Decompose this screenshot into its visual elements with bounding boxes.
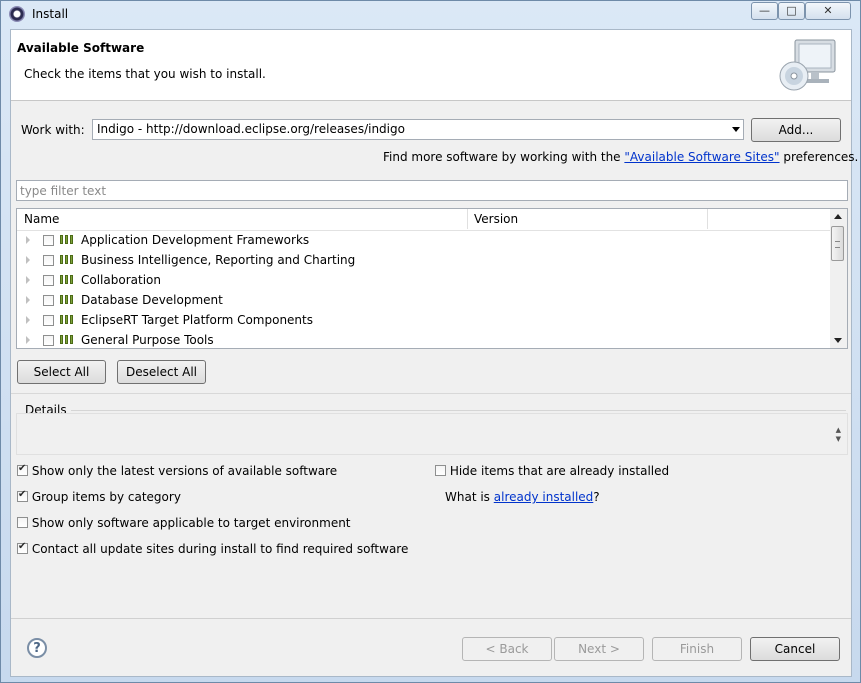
item-checkbox[interactable]	[43, 315, 54, 326]
what-is-suffix: ?	[593, 490, 600, 504]
tree-row[interactable]: Database Development	[17, 290, 831, 310]
minimize-button[interactable]: —	[751, 2, 778, 20]
deselect-all-button[interactable]: Deselect All	[117, 360, 206, 384]
expand-arrow-icon[interactable]	[26, 296, 30, 304]
group-by-category-checkbox[interactable]	[17, 489, 28, 502]
install-dialog: Install — □ ✕ Available Software Check t…	[0, 0, 861, 683]
work-with-label: Work with:	[21, 123, 85, 137]
category-icon	[60, 255, 75, 265]
tree-scrollbar[interactable]	[830, 209, 847, 348]
tree-row[interactable]: EclipseRT Target Platform Components	[17, 310, 831, 330]
sites-hint-prefix: Find more software by working with the	[383, 150, 625, 164]
column-divider[interactable]	[707, 209, 708, 229]
column-divider[interactable]	[467, 209, 468, 229]
finish-button[interactable]: Finish	[652, 637, 742, 661]
category-icon	[60, 295, 75, 305]
install-software-icon	[779, 39, 836, 91]
latest-versions-checkbox[interactable]	[17, 463, 28, 476]
details-area[interactable]: ▲ ▼	[16, 413, 848, 455]
item-label: General Purpose Tools	[81, 333, 214, 347]
expand-arrow-icon[interactable]	[26, 276, 30, 284]
available-software-sites-link[interactable]: "Available Software Sites"	[624, 150, 779, 164]
tree-row[interactable]: General Purpose Tools	[17, 330, 831, 348]
title-bar[interactable]: Install — □ ✕	[1, 1, 860, 28]
item-checkbox[interactable]	[43, 275, 54, 286]
option-hide-installed[interactable]: Hide items that are already installed	[435, 464, 669, 478]
add-site-button[interactable]: Add...	[751, 118, 841, 142]
what-is-prefix: What is	[445, 490, 494, 504]
option-contact-sites[interactable]: Contact all update sites during install …	[17, 541, 409, 556]
eclipse-icon	[9, 6, 25, 22]
scroll-thumb[interactable]	[831, 226, 844, 261]
target-environment-label: Show only software applicable to target …	[31, 516, 351, 530]
item-label: Application Development Frameworks	[81, 233, 310, 247]
tree-row[interactable]: Collaboration	[17, 270, 831, 290]
filter-field[interactable]	[16, 180, 848, 201]
spin-down-icon[interactable]: ▼	[836, 435, 841, 443]
item-checkbox[interactable]	[43, 255, 54, 266]
work-with-combo[interactable]: Indigo - http://download.eclipse.org/rel…	[92, 119, 744, 140]
item-checkbox[interactable]	[43, 295, 54, 306]
column-name[interactable]: Name	[24, 212, 59, 226]
category-icon	[60, 315, 75, 325]
tree-header: Name Version	[17, 209, 831, 231]
item-label: Collaboration	[81, 273, 161, 287]
cancel-button[interactable]: Cancel	[750, 637, 840, 661]
item-checkbox[interactable]	[43, 335, 54, 346]
sites-hint: Find more software by working with the "…	[383, 150, 858, 164]
item-checkbox[interactable]	[43, 235, 54, 246]
hide-installed-label: Hide items that are already installed	[449, 464, 670, 478]
next-button[interactable]: Next >	[554, 637, 644, 661]
expand-arrow-icon[interactable]	[26, 256, 30, 264]
footer-separator	[11, 618, 851, 619]
dialog-content: Available Software Check the items that …	[10, 29, 858, 677]
category-icon	[60, 335, 75, 345]
wizard-header: Available Software Check the items that …	[11, 30, 851, 101]
help-icon[interactable]: ?	[27, 638, 47, 658]
item-label: Database Development	[81, 293, 223, 307]
latest-versions-label: Show only the latest versions of availab…	[31, 464, 338, 478]
tree-row[interactable]: Business Intelligence, Reporting and Cha…	[17, 250, 831, 270]
select-all-button[interactable]: Select All	[17, 360, 106, 384]
option-group-by-category[interactable]: Group items by category	[17, 489, 181, 504]
item-label: Business Intelligence, Reporting and Cha…	[81, 253, 356, 267]
option-target-environment[interactable]: Show only software applicable to target …	[17, 516, 351, 530]
expand-arrow-icon[interactable]	[26, 236, 30, 244]
sites-hint-suffix: preferences.	[779, 150, 859, 164]
scroll-up-icon[interactable]	[834, 214, 842, 219]
already-installed-link[interactable]: already installed	[494, 490, 594, 504]
expand-arrow-icon[interactable]	[26, 316, 30, 324]
spin-up-icon[interactable]: ▲	[836, 426, 841, 434]
hide-installed-checkbox[interactable]	[435, 465, 446, 476]
maximize-button[interactable]: □	[778, 2, 805, 20]
tree-row[interactable]: Application Development Frameworks	[17, 230, 831, 250]
work-with-value: Indigo - http://download.eclipse.org/rel…	[97, 122, 405, 136]
scroll-down-icon[interactable]	[834, 338, 842, 343]
close-button[interactable]: ✕	[805, 2, 851, 20]
group-by-category-label: Group items by category	[31, 490, 181, 504]
contact-sites-checkbox[interactable]	[17, 541, 28, 554]
target-environment-checkbox[interactable]	[17, 517, 28, 528]
separator	[11, 393, 851, 394]
details-divider	[71, 410, 846, 411]
page-subtitle: Check the items that you wish to install…	[24, 67, 266, 81]
column-version[interactable]: Version	[474, 212, 518, 226]
item-label: EclipseRT Target Platform Components	[81, 313, 313, 327]
back-button[interactable]: < Back	[462, 637, 552, 661]
category-icon	[60, 235, 75, 245]
page-title: Available Software	[17, 41, 145, 55]
filter-input[interactable]	[17, 181, 843, 200]
chevron-down-icon[interactable]	[732, 127, 740, 132]
contact-sites-label: Contact all update sites during install …	[31, 542, 409, 556]
window-title: Install	[32, 7, 69, 21]
what-is-installed: What is already installed?	[445, 490, 600, 504]
option-latest-versions[interactable]: Show only the latest versions of availab…	[17, 463, 338, 478]
software-tree[interactable]: Name Version Application Development Fra…	[16, 208, 848, 349]
category-icon	[60, 275, 75, 285]
expand-arrow-icon[interactable]	[26, 336, 30, 344]
